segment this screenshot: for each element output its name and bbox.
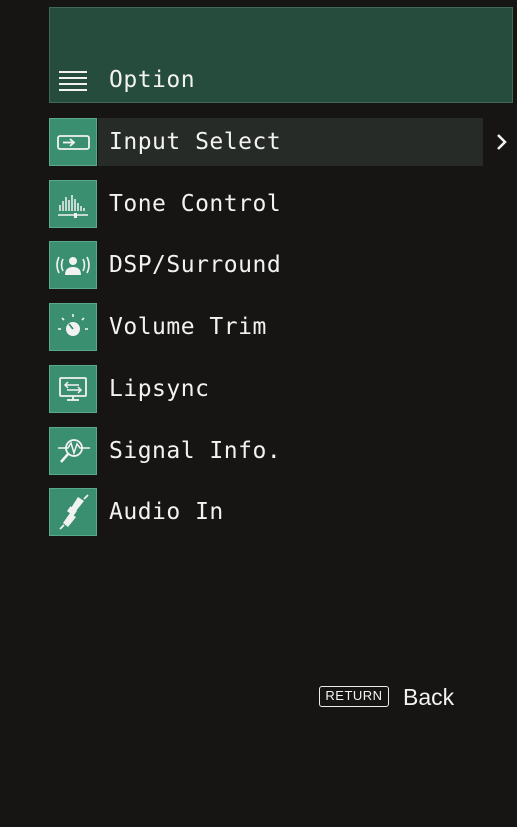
option-header: Option	[49, 7, 513, 103]
menu-item-label: Signal Info.	[109, 438, 282, 464]
lipsync-icon	[49, 365, 97, 413]
chevron-right-icon[interactable]	[494, 130, 510, 154]
menu-lines-icon	[59, 71, 87, 91]
dsp-surround-icon	[49, 241, 97, 289]
menu-item-label: Audio In	[109, 499, 224, 525]
return-key-badge[interactable]: RETURN	[319, 686, 389, 707]
menu-item-volume-trim[interactable]: Volume Trim	[49, 303, 483, 351]
page-title: Option	[109, 67, 196, 93]
back-label[interactable]: Back	[403, 683, 454, 711]
signal-info-icon	[49, 427, 97, 475]
menu-item-label: Tone Control	[109, 191, 282, 217]
menu-item-tone-control[interactable]: Tone Control	[49, 180, 483, 228]
menu-item-lipsync[interactable]: Lipsync	[49, 365, 483, 413]
menu-item-audio-in[interactable]: Audio In	[49, 488, 483, 536]
menu-item-signal-info[interactable]: Signal Info.	[49, 427, 483, 475]
menu-item-input-select[interactable]: Input Select	[49, 118, 483, 166]
menu-item-label: DSP/Surround	[109, 252, 282, 278]
input-select-icon	[49, 118, 97, 166]
menu-item-label: Volume Trim	[109, 314, 267, 340]
audio-in-icon	[49, 488, 97, 536]
volume-trim-icon	[49, 303, 97, 351]
menu-item-label: Input Select	[109, 129, 282, 155]
menu-item-dsp-surround[interactable]: DSP/Surround	[49, 241, 483, 289]
menu-item-label: Lipsync	[109, 376, 210, 402]
tone-control-icon	[49, 180, 97, 228]
